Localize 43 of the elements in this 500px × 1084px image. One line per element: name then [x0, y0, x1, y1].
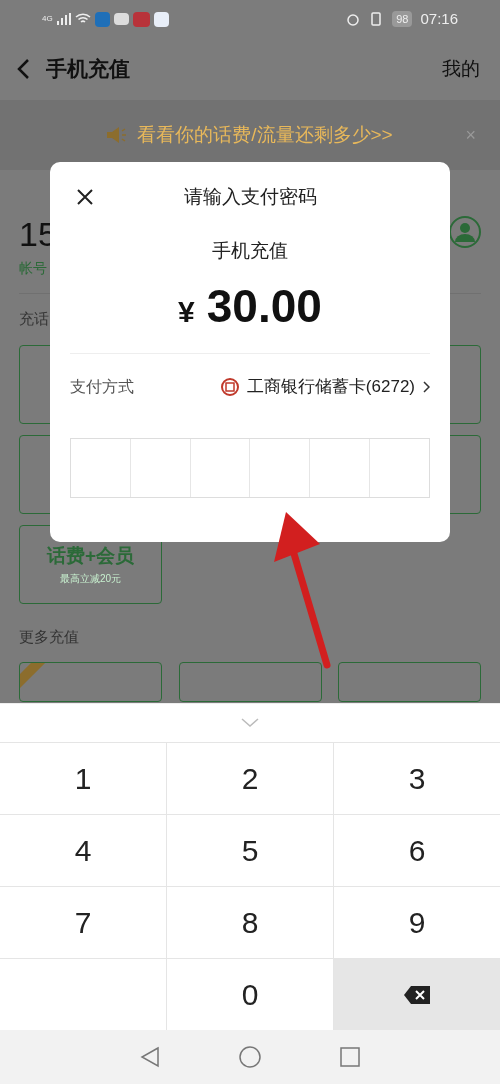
app-notification-icon [132, 11, 150, 27]
keypad-key[interactable]: 0 [167, 959, 333, 1030]
currency-symbol: ¥ [178, 293, 195, 330]
keypad-key[interactable]: 1 [0, 743, 166, 814]
my-link[interactable]: 我的 [442, 54, 480, 84]
keypad-key[interactable]: 5 [167, 815, 333, 886]
chevron-right-icon [423, 380, 430, 393]
keypad-key[interactable]: 3 [334, 743, 500, 814]
backspace-icon [404, 985, 430, 1004]
account-label: 帐号 [19, 259, 48, 278]
avatar-icon[interactable] [449, 216, 481, 248]
app-notification-icon [153, 11, 169, 27]
package-title: 话费+会员 [46, 544, 135, 569]
close-icon[interactable] [76, 188, 94, 206]
payment-amount: 30.00 [206, 278, 322, 334]
network-label: 4G [42, 13, 53, 25]
recents-nav-icon[interactable] [340, 1047, 361, 1067]
battery-indicator: 98 [392, 10, 413, 28]
keypad-key[interactable]: 4 [0, 815, 166, 886]
keypad-key[interactable]: 8 [167, 887, 333, 958]
payment-method-row[interactable]: 支付方式 工商银行储蓄卡(6272) [70, 353, 430, 420]
home-nav-icon[interactable] [239, 1046, 261, 1068]
wifi-icon [74, 13, 91, 25]
clock-text: 07:16 [420, 8, 458, 29]
keypad-key[interactable]: 9 [334, 887, 500, 958]
back-nav-icon[interactable] [139, 1046, 160, 1068]
payment-label: 支付方式 [70, 376, 134, 397]
keypad-key[interactable]: 2 [167, 743, 333, 814]
section-label: 更多充值 [19, 626, 79, 647]
pin-input[interactable] [70, 437, 430, 498]
payment-item: 手机充值 [211, 239, 289, 263]
dialog-title: 请输入支付密码 [183, 184, 317, 209]
package-subtitle: 最高立减20元 [59, 571, 122, 586]
bank-logo-icon [220, 377, 239, 396]
section-label: 充话 [19, 309, 49, 329]
payment-method: 工商银行储蓄卡(6272) [246, 375, 415, 398]
signal-icon [56, 13, 71, 25]
page-title: 手机充值 [46, 56, 130, 83]
app-notification-icon [94, 11, 110, 27]
keypad-key[interactable]: 7 [0, 887, 166, 958]
keypad-key[interactable]: 6 [334, 815, 500, 886]
banner-text: 看看你的话费/流量还剩多少>> [137, 122, 393, 147]
back-icon[interactable] [16, 58, 30, 80]
